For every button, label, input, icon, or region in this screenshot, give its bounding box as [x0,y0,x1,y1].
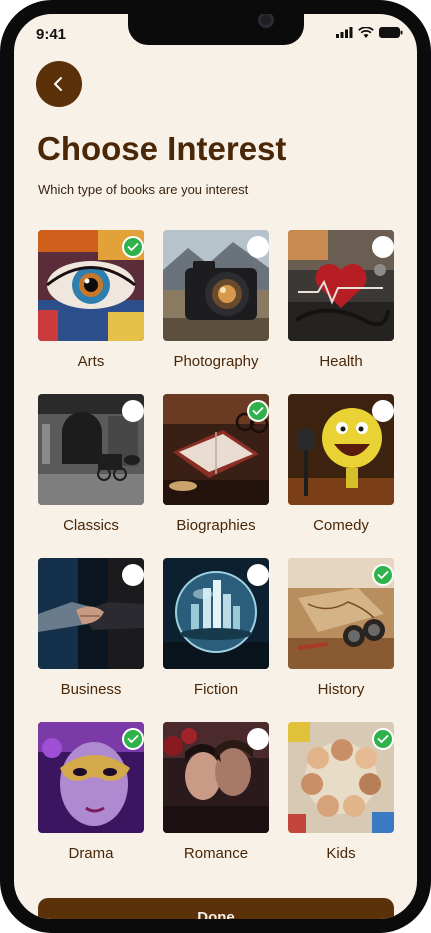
interest-card-biographies[interactable]: Biographies [163,394,271,539]
interest-label: Arts [77,353,105,370]
interest-card-business[interactable]: Business [38,558,146,703]
interest-label: Biographies [176,517,256,534]
interest-card-fiction[interactable]: Fiction [163,558,271,703]
interest-label: Kids [326,845,356,862]
unselected-check-icon[interactable] [122,564,144,586]
selected-check-icon[interactable] [372,728,394,750]
unselected-check-icon[interactable] [247,728,269,750]
interest-card-history[interactable]: History [288,558,396,703]
status-icons [336,27,403,38]
interest-label: Comedy [313,517,369,534]
interest-label: Photography [173,353,259,370]
interest-card-arts[interactable]: Arts [38,230,146,375]
interest-card-photography[interactable]: Photography [163,230,271,375]
notch [128,14,304,45]
interest-card-kids[interactable]: Kids [288,722,396,867]
signal-icon [336,27,353,38]
selected-check-icon[interactable] [122,236,144,258]
selected-check-icon[interactable] [372,564,394,586]
interest-card-comedy[interactable]: Comedy [288,394,396,539]
front-camera [258,14,274,28]
interest-card-health[interactable]: Health [288,230,396,375]
interest-card-romance[interactable]: Romance [163,722,271,867]
status-time: 9:41 [36,26,67,43]
unselected-check-icon[interactable] [247,564,269,586]
interest-label: History [317,681,365,698]
wifi-icon [358,27,374,38]
unselected-check-icon[interactable] [372,400,394,422]
unselected-check-icon[interactable] [372,236,394,258]
chevron-left-icon [54,77,62,91]
phone-frame: 9:41 Choose Interest Which type of books… [0,0,431,933]
interest-label: Health [319,353,363,370]
selected-check-icon[interactable] [122,728,144,750]
interest-card-drama[interactable]: Drama [38,722,146,867]
interest-card-classics[interactable]: Classics [38,394,146,539]
page-title: Choose Interest [37,130,287,167]
page-subtitle: Which type of books are you interest [38,182,249,197]
unselected-check-icon[interactable] [247,236,269,258]
done-button[interactable]: Done [38,898,394,919]
battery-icon [379,27,403,38]
interest-label: Business [60,681,122,698]
interest-label: Drama [68,845,114,862]
selected-check-icon[interactable] [247,400,269,422]
unselected-check-icon[interactable] [122,400,144,422]
interest-label: Fiction [193,681,239,698]
interest-label: Classics [63,517,119,534]
back-button[interactable] [36,61,82,107]
interest-label: Romance [183,845,249,862]
